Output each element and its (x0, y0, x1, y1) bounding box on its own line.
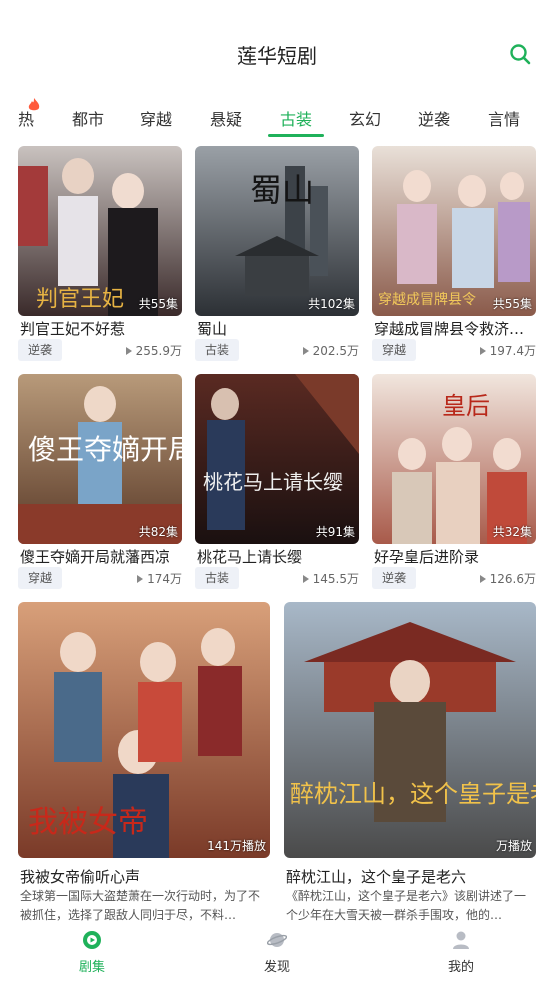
drama-title: 我被女帝偷听心声 (20, 868, 141, 886)
tab-costume[interactable]: 古装 (280, 106, 312, 130)
svg-text:皇后: 皇后 (442, 392, 490, 420)
svg-text:醉枕江山，这个皇子是老六: 醉枕江山，这个皇子是老六 (290, 780, 536, 808)
featured-drama-card[interactable]: 醉枕江山，这个皇子是老六 万播放 醉枕江山，这个皇子是老六 《醉枕江山，这个皇子… (284, 602, 536, 924)
planet-icon (267, 933, 287, 947)
drama-card[interactable]: 穿越成冒牌县令 共55集 穿越成冒牌县令救济… 穿越 197.4万 (372, 146, 536, 362)
svg-text:我被女帝: 我被女帝 (28, 805, 148, 840)
drama-title: 穿越成冒牌县令救济… (374, 320, 525, 338)
play-icon (479, 347, 486, 355)
active-tab-indicator (268, 134, 324, 137)
nav-episodes[interactable]: 剧集 (52, 930, 132, 975)
nav-discover[interactable]: 发现 (237, 930, 317, 975)
play-count-overlay: 万播放 (495, 839, 532, 853)
tab-time-travel[interactable]: 穿越 (140, 106, 172, 130)
drama-title: 傻王夺嫡开局就藩西凉 (20, 548, 171, 566)
app-title: 莲华短剧 (237, 44, 317, 68)
episode-count: 共55集 (138, 297, 178, 311)
drama-title: 桃花马上请长缨 (197, 548, 303, 566)
play-icon (479, 575, 486, 583)
drama-title: 好孕皇后进阶录 (374, 548, 480, 566)
poster-image: 穿越成冒牌县令 共55集 (372, 146, 536, 316)
play-icon (125, 347, 132, 355)
search-button[interactable] (508, 42, 532, 66)
search-icon (510, 44, 531, 65)
episode-count: 共102集 (308, 297, 355, 311)
episode-count: 共32集 (492, 525, 532, 539)
nav-label: 我的 (447, 960, 474, 975)
tab-urban[interactable]: 都市 (72, 106, 104, 130)
drama-card[interactable]: 皇后 共32集 好孕皇后进阶录 逆袭 126.6万 (372, 374, 536, 590)
view-count: 255.9万 (125, 342, 182, 359)
poster-image: 醉枕江山，这个皇子是老六 万播放 (284, 602, 536, 858)
genre-tag: 逆袭 (18, 339, 63, 361)
play-icon (302, 575, 309, 583)
play-icon (302, 347, 309, 355)
episode-count: 共55集 (492, 297, 532, 311)
drama-title: 判官王妃不好惹 (20, 320, 126, 338)
play-count-overlay: 141万播放 (207, 839, 266, 853)
view-count: 126.6万 (479, 570, 536, 587)
svg-text:桃花马上请长缨: 桃花马上请长缨 (203, 470, 343, 494)
nav-profile[interactable]: 我的 (421, 930, 501, 975)
play-icon (137, 575, 144, 583)
play-circle-icon (83, 931, 101, 949)
tab-romance[interactable]: 言情 (488, 106, 520, 130)
drama-card[interactable]: 判官王妃 共55集 判官王妃不好惹 逆袭 255.9万 (18, 146, 182, 362)
svg-text:穿越成冒牌县令: 穿越成冒牌县令 (378, 291, 476, 308)
tab-fantasy[interactable]: 玄幻 (349, 106, 381, 130)
drama-title: 醉枕江山，这个皇子是老六 (286, 868, 467, 886)
poster-image: 皇后 共32集 (372, 374, 536, 544)
episode-count: 共91集 (315, 525, 355, 539)
drama-description: 全球第一国际大盗楚萧在一次行动时，为了不被抓住，选择了跟敌人同归于尽，不料… (20, 889, 261, 922)
genre-tag: 穿越 (372, 339, 417, 361)
nav-label: 发现 (263, 960, 290, 975)
svg-text:傻王夺嫡开局: 傻王夺嫡开局 (28, 433, 182, 466)
view-count: 174万 (137, 570, 182, 587)
drama-title: 蜀山 (197, 320, 228, 338)
poster-image: 桃花马上请长缨 共91集 (195, 374, 359, 544)
drama-card[interactable]: 傻王夺嫡开局 共82集 傻王夺嫡开局就藩西凉 穿越 174万 (18, 374, 182, 590)
genre-tag: 穿越 (18, 567, 63, 589)
bottom-navigation: 剧集 发现 我的 (0, 924, 554, 984)
featured-drama-card[interactable]: 我被女帝 141万播放 我被女帝偷听心声 全球第一国际大盗楚萧在一次行动时，为了… (18, 602, 270, 924)
drama-card[interactable]: 蜀山 共102集 蜀山 古装 202.5万 (195, 146, 359, 362)
genre-tag: 逆袭 (372, 567, 417, 589)
view-count: 145.5万 (302, 570, 359, 587)
drama-card[interactable]: 桃花马上请长缨 共91集 桃花马上请长缨 古装 145.5万 (195, 374, 359, 590)
header: 莲华短剧 (0, 0, 554, 100)
user-icon (453, 931, 469, 949)
poster-image: 蜀山 共102集 (195, 146, 359, 316)
poster-image: 判官王妃 共55集 (18, 146, 182, 316)
tab-hot[interactable]: 热 (18, 106, 34, 130)
nav-label: 剧集 (78, 960, 105, 975)
poster-image: 我被女帝 141万播放 (18, 602, 270, 858)
view-count: 202.5万 (302, 342, 359, 359)
drama-description: 《醉枕江山，这个皇子是老六》该剧讲述了一个少年在大雪天被一群杀手围攻，他的… (286, 889, 527, 922)
genre-tag: 古装 (195, 339, 240, 361)
episode-count: 共82集 (138, 525, 178, 539)
genre-tag: 古装 (195, 567, 240, 589)
category-tabs: 热 都市 穿越 悬疑 古装 玄幻 逆袭 言情 (0, 98, 554, 138)
poster-image: 傻王夺嫡开局 共82集 (18, 374, 182, 544)
svg-text:蜀山: 蜀山 (250, 171, 314, 209)
tab-suspense[interactable]: 悬疑 (210, 106, 242, 130)
tab-comeback[interactable]: 逆袭 (418, 106, 450, 130)
view-count: 197.4万 (479, 342, 536, 359)
svg-text:判官王妃: 判官王妃 (36, 287, 124, 312)
